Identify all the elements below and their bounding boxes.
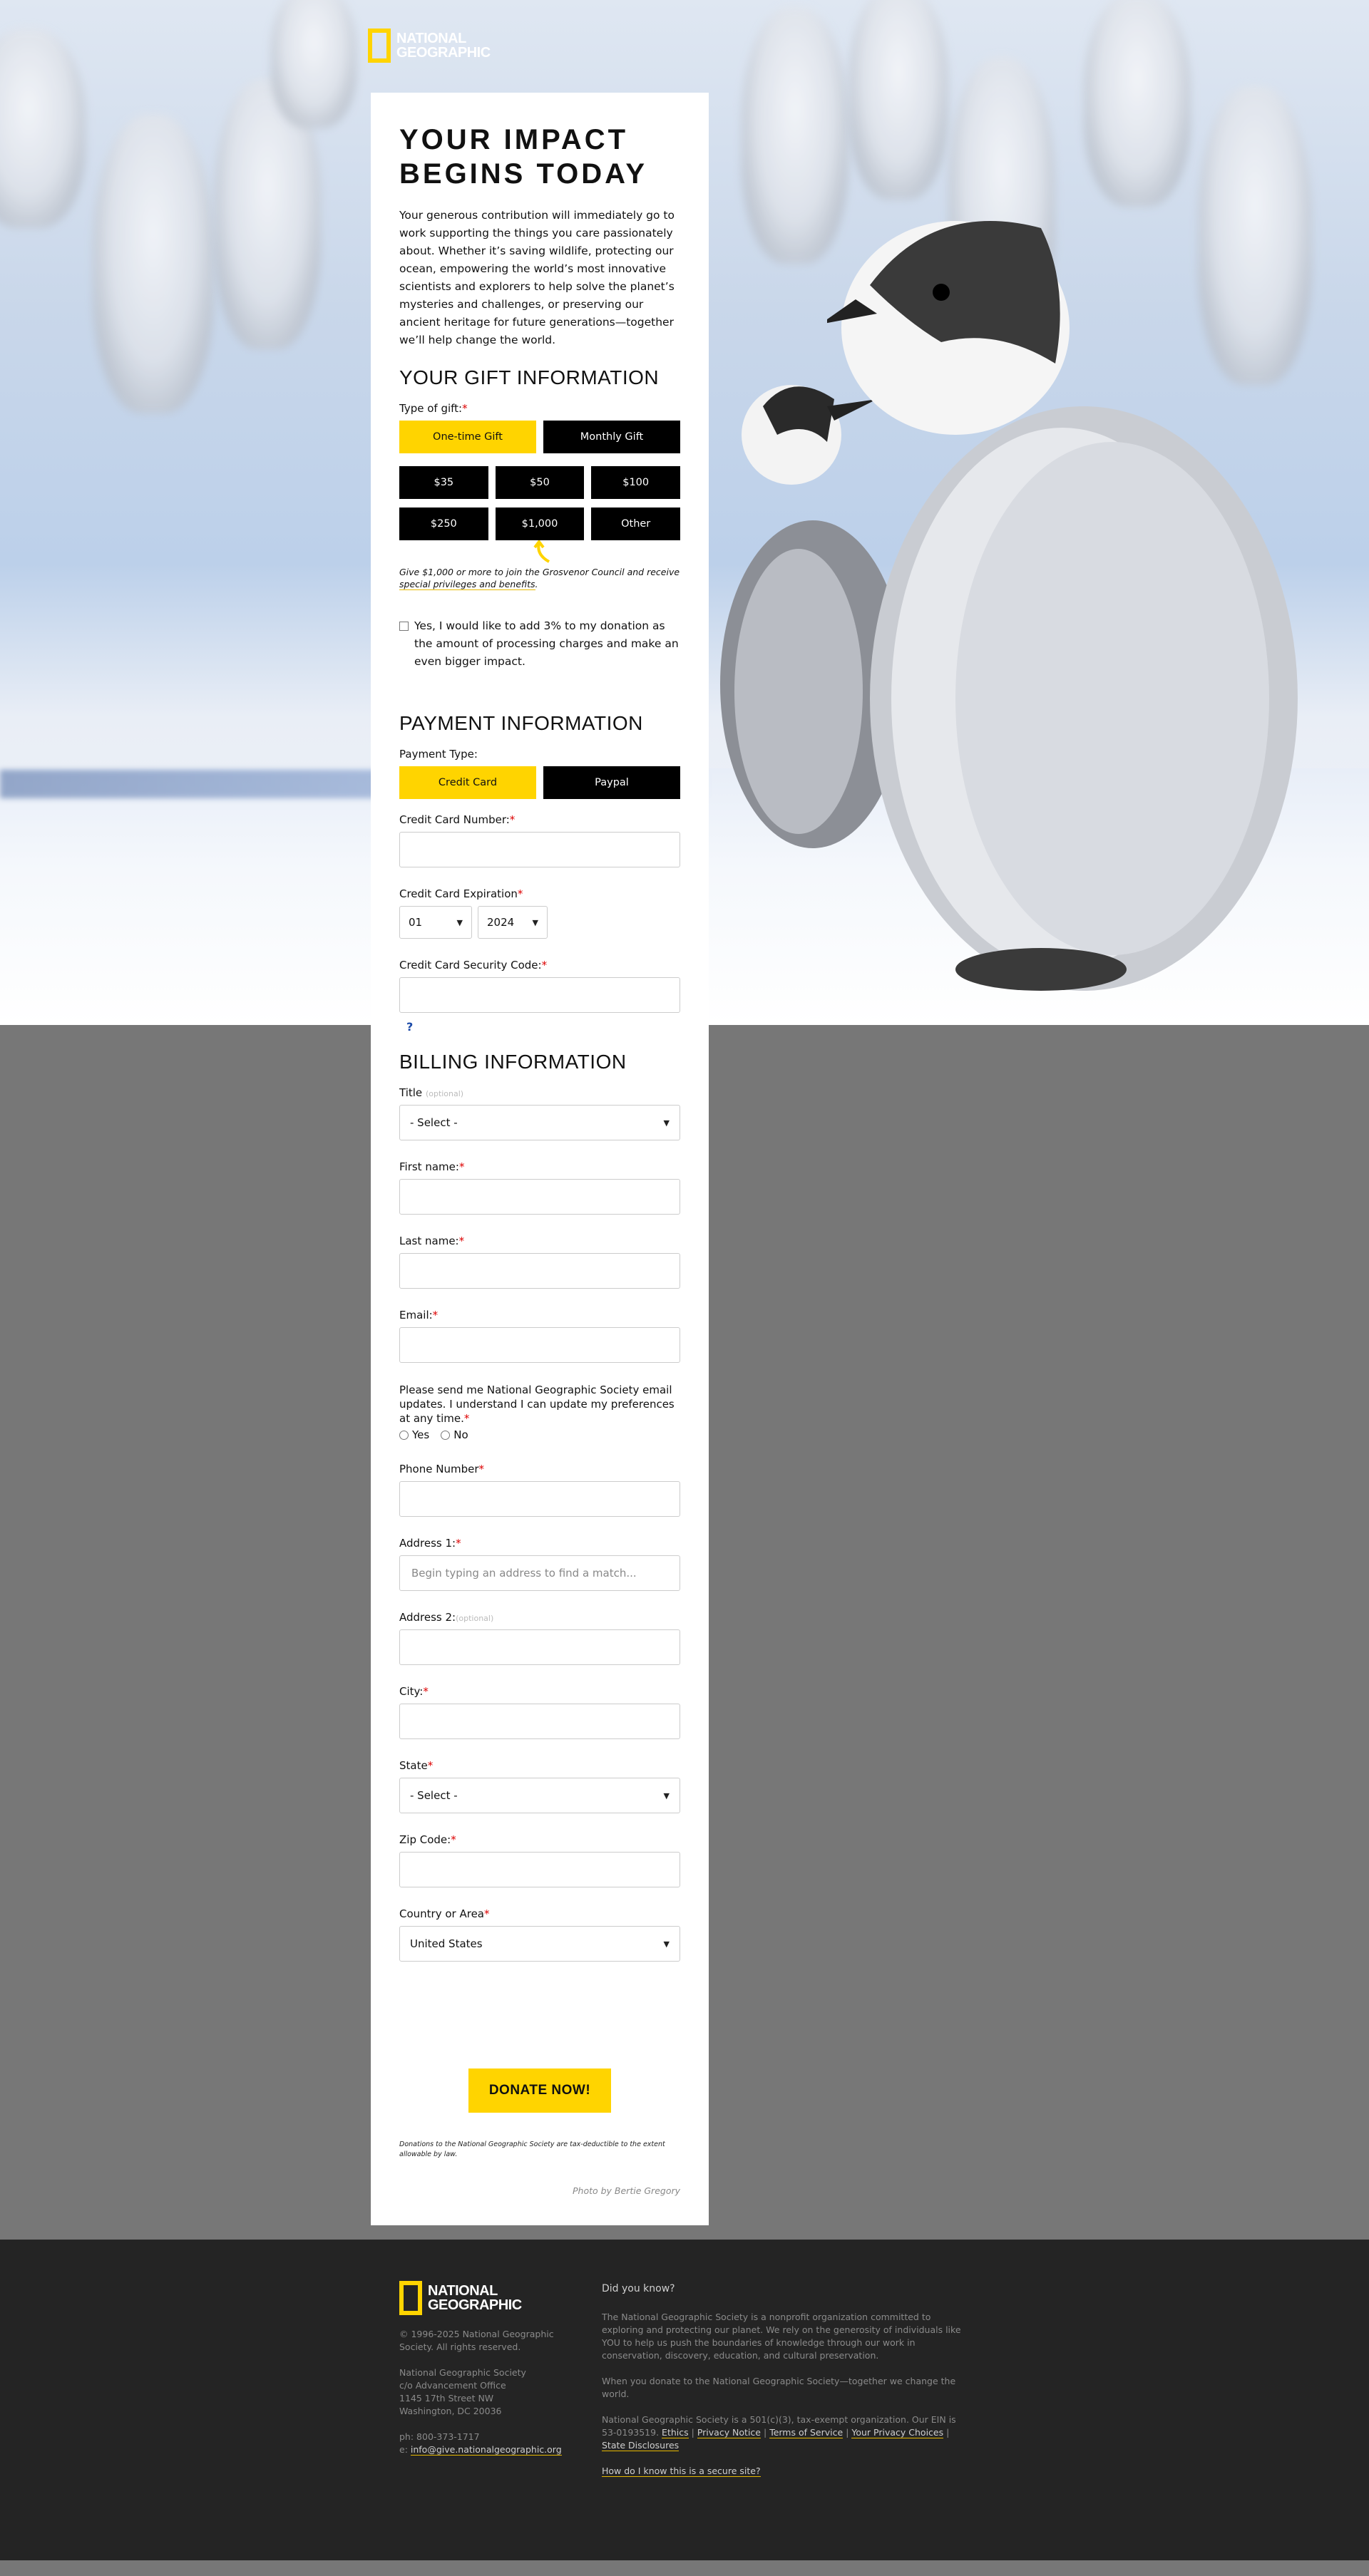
chevron-down-icon: ▼ — [663, 1791, 670, 1800]
amount-100-button[interactable]: $100 — [591, 466, 681, 499]
payment-type-label: Payment Type: — [399, 748, 478, 761]
footer-para-2: When you donate to the National Geograph… — [602, 2376, 956, 2399]
address1-input[interactable]: Begin typing an address to find a match.… — [399, 1555, 680, 1591]
email-input[interactable] — [399, 1327, 680, 1363]
secure-site-link[interactable]: How do I know this is a secure site? — [602, 2466, 761, 2477]
optin-label: Please send me National Geographic Socie… — [399, 1384, 675, 1425]
tax-deductible-note: Donations to the National Geographic Soc… — [399, 2140, 665, 2158]
state-label: State* — [399, 1759, 434, 1772]
mailing-address: National Geographic Society c/o Advancem… — [399, 2367, 526, 2416]
city-label: City:* — [399, 1685, 429, 1698]
processing-fee-checkbox-row[interactable]: Yes, I would like to add 3% to my donati… — [399, 617, 680, 671]
optin-radio-group: Yes No — [399, 1428, 680, 1441]
title-select[interactable]: - Select - ▼ — [399, 1105, 680, 1140]
did-you-know-heading: Did you know? — [602, 2283, 675, 2294]
zip-input[interactable] — [399, 1852, 680, 1887]
privacy-notice-link[interactable]: Privacy Notice — [697, 2427, 761, 2438]
amount-50-button[interactable]: $50 — [495, 466, 585, 499]
intro-text: Your generous contribution will immediat… — [399, 209, 675, 346]
footer-natgeo-logo[interactable]: NATIONAL GEOGRAPHIC — [399, 2281, 522, 2315]
amount-250-button[interactable]: $250 — [399, 508, 488, 540]
zip-label: Zip Code:* — [399, 1833, 456, 1846]
last-name-label: Last name:* — [399, 1235, 465, 1247]
logo-line1: NATIONAL — [396, 31, 466, 46]
monthly-gift-button[interactable]: Monthly Gift — [543, 421, 680, 453]
phone-label: Phone Number* — [399, 1463, 484, 1475]
amount-other-button[interactable]: Other — [591, 508, 681, 540]
last-name-input[interactable] — [399, 1253, 680, 1289]
phone-input[interactable] — [399, 1481, 680, 1517]
optin-yes-radio[interactable]: Yes — [399, 1428, 429, 1441]
country-select[interactable]: United States ▼ — [399, 1926, 680, 1962]
gift-section-title: YOUR GIFT INFORMATION — [399, 366, 660, 388]
chevron-down-icon: ▼ — [532, 917, 538, 927]
terms-link[interactable]: Terms of Service — [769, 2427, 844, 2438]
one-time-gift-button[interactable]: One-time Gift — [399, 421, 536, 453]
state-select[interactable]: - Select - ▼ — [399, 1778, 680, 1813]
page-title: YOUR IMPACT BEGINS TODAY — [399, 124, 648, 190]
cc-security-label: Credit Card Security Code:* — [399, 959, 548, 972]
ethics-link[interactable]: Ethics — [662, 2427, 689, 2438]
chevron-down-icon: ▼ — [663, 1939, 670, 1949]
natgeo-logo[interactable]: NATIONAL GEOGRAPHIC — [368, 29, 491, 63]
contact-info: ph: 800-373-1717 e: info@give.nationalge… — [399, 2431, 562, 2456]
state-disclosures-link[interactable]: State Disclosures — [602, 2440, 680, 2451]
address2-label: Address 2:(optional) — [399, 1611, 494, 1624]
email-label: Email:* — [399, 1309, 439, 1322]
help-question-icon[interactable]: ? — [406, 1020, 680, 1034]
cc-security-input[interactable] — [399, 977, 680, 1013]
penguin-chick-large — [827, 221, 1298, 991]
gift-type-label: Type of gift:* — [399, 402, 468, 415]
billing-section-title: BILLING INFORMATION — [399, 1051, 627, 1073]
privacy-choices-link[interactable]: Your Privacy Choices — [851, 2427, 944, 2438]
amount-35-button[interactable]: $35 — [399, 466, 488, 499]
chevron-down-icon: ▼ — [663, 1118, 670, 1128]
curved-arrow-icon — [399, 540, 680, 566]
chevron-down-icon: ▼ — [456, 917, 463, 927]
address2-input[interactable] — [399, 1629, 680, 1665]
logo-line2: GEOGRAPHIC — [396, 45, 491, 61]
footer-para-1: The National Geographic Society is a non… — [602, 2312, 961, 2361]
processing-fee-label: Yes, I would like to add 3% to my donati… — [414, 619, 679, 668]
exp-year-select[interactable]: 2024 ▼ — [478, 906, 548, 939]
cc-number-input[interactable] — [399, 832, 680, 867]
donation-form-card: YOUR IMPACT BEGINS TODAY Your generous c… — [371, 93, 709, 2225]
cc-expiration-label: Credit Card Expiration* — [399, 887, 523, 900]
paypal-button[interactable]: Paypal — [543, 766, 680, 799]
cc-number-label: Credit Card Number:* — [399, 813, 516, 826]
photo-credit: Photo by Bertie Gregory — [572, 2185, 680, 2196]
logo-frame-icon — [399, 2281, 422, 2315]
first-name-input[interactable] — [399, 1179, 680, 1215]
email-link[interactable]: info@give.nationalgeographic.org — [410, 2444, 562, 2456]
address1-label: Address 1:* — [399, 1537, 461, 1550]
footer-para-3: National Geographic Society is a 501(c)(… — [602, 2414, 956, 2451]
grosvenor-note: Give $1,000 or more to join the Grosveno… — [399, 567, 680, 590]
country-label: Country or Area* — [399, 1907, 490, 1920]
first-name-label: First name:* — [399, 1160, 465, 1173]
logo-frame-icon — [368, 29, 391, 63]
amount-1000-button[interactable]: $1,000 — [495, 508, 585, 540]
donate-now-button[interactable]: DONATE NOW! — [468, 2068, 611, 2113]
credit-card-button[interactable]: Credit Card — [399, 766, 536, 799]
bottom-strip — [0, 2560, 1369, 2576]
payment-section-title: PAYMENT INFORMATION — [399, 712, 643, 734]
footer-left: © 1996-2025 National Geographic Society.… — [399, 2328, 585, 2469]
footer: NATIONAL GEOGRAPHIC © 1996-2025 National… — [0, 2240, 1369, 2560]
city-input[interactable] — [399, 1704, 680, 1739]
benefits-link[interactable]: special privileges and benefits — [399, 579, 535, 590]
exp-month-select[interactable]: 01 ▼ — [399, 906, 472, 939]
copyright: © 1996-2025 National Geographic Society.… — [399, 2329, 554, 2352]
footer-right: Did you know? The National Geographic So… — [602, 2282, 967, 2490]
optin-no-radio[interactable]: No — [441, 1428, 468, 1441]
title-label: Title (optional) — [399, 1086, 464, 1099]
processing-fee-checkbox[interactable] — [399, 622, 409, 631]
